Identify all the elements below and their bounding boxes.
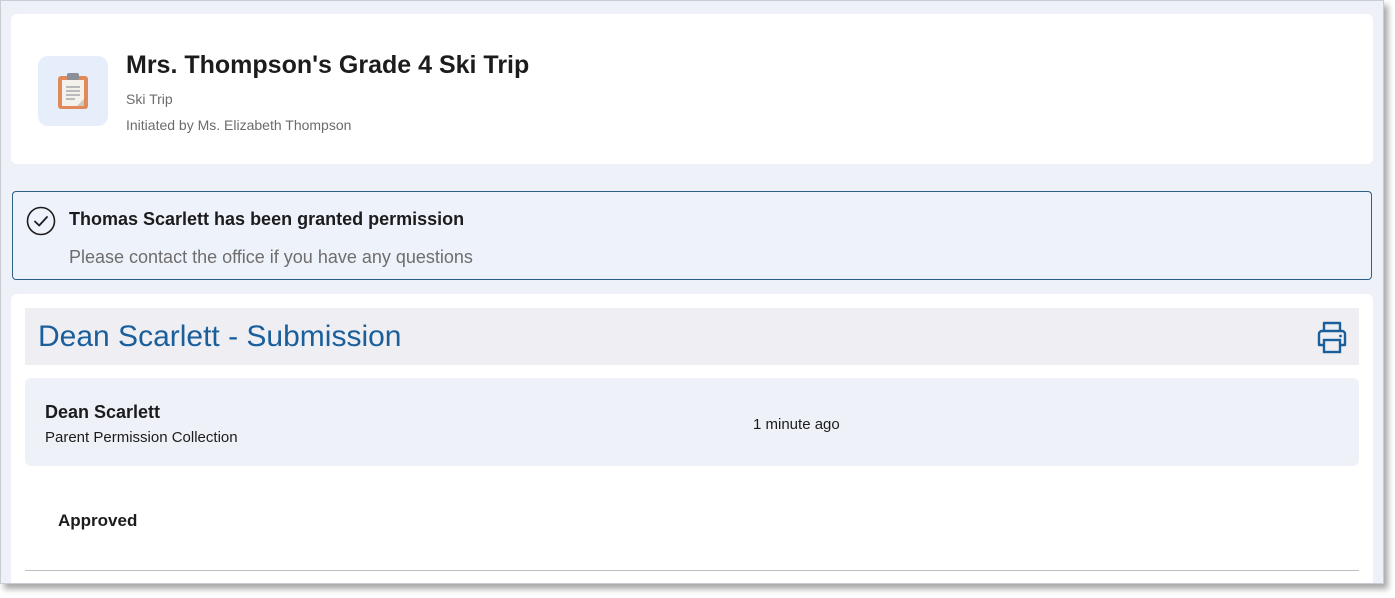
printer-icon xyxy=(1317,321,1347,354)
notice-title: Thomas Scarlett has been granted permiss… xyxy=(69,209,465,229)
entry-timestamp: 1 minute ago xyxy=(753,416,840,433)
form-icon-tile xyxy=(38,56,108,126)
check-circle-icon xyxy=(26,206,56,236)
entry-name: Dean Scarlett xyxy=(45,402,161,422)
submission-entry[interactable]: Dean Scarlett Parent Permission Collecti… xyxy=(25,378,1359,466)
submission-title: Dean Scarlett - Submission xyxy=(38,320,402,353)
divider xyxy=(25,570,1359,571)
form-type: Ski Trip xyxy=(126,91,173,107)
approval-status: Approved xyxy=(58,511,138,530)
page-frame: Mrs. Thompson's Grade 4 Ski Trip Ski Tri… xyxy=(0,0,1384,584)
print-button[interactable] xyxy=(1315,320,1349,354)
form-header-card: Mrs. Thompson's Grade 4 Ski Trip Ski Tri… xyxy=(11,14,1373,164)
notice-message: Please contact the office if you have an… xyxy=(69,247,473,267)
form-title: Mrs. Thompson's Grade 4 Ski Trip xyxy=(126,51,530,79)
permission-notice: Thomas Scarlett has been granted permiss… xyxy=(12,191,1372,280)
entry-collection: Parent Permission Collection xyxy=(45,429,238,446)
clipboard-icon xyxy=(58,73,88,109)
submission-header: Dean Scarlett - Submission xyxy=(25,308,1359,365)
submission-card: Dean Scarlett - Submission Dean Scarlett… xyxy=(11,294,1373,583)
form-initiator: Initiated by Ms. Elizabeth Thompson xyxy=(126,117,352,133)
